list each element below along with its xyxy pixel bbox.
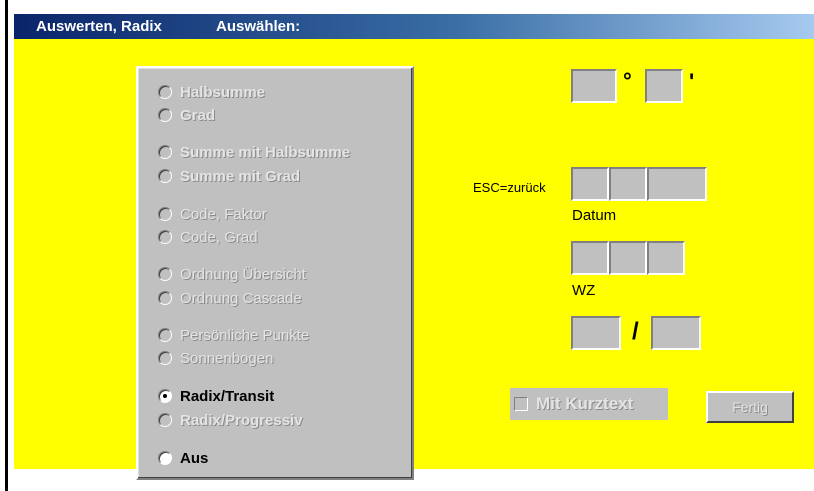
window-left-border (0, 0, 8, 491)
window-subtitle: Auswählen: (216, 18, 301, 35)
window-title: Auswerten, Radix (36, 18, 162, 35)
radio-icon (158, 85, 172, 99)
option-label: Grad (180, 106, 216, 124)
option-code-faktor[interactable]: Code, Faktor (158, 204, 267, 224)
option-persoenliche-punkte[interactable]: Persönliche Punkte (158, 325, 309, 345)
ratio-right-input[interactable] (651, 316, 701, 350)
option-label: Radix/Progressiv (180, 411, 303, 429)
option-group: Halbsumme Grad Summe mit Halbsumme Summe… (136, 66, 414, 480)
option-label: Halbsumme (180, 83, 266, 101)
time-second-input[interactable] (647, 241, 685, 275)
radio-icon (158, 328, 172, 342)
option-label: Aus (180, 449, 209, 467)
radio-selected-icon (158, 389, 172, 403)
title-bar: Auswerten, Radix Auswählen: (14, 14, 814, 39)
option-label: Summe mit Halbsumme (180, 143, 351, 161)
ratio-separator: / (632, 318, 639, 345)
date-month-input[interactable] (609, 167, 647, 201)
time-minute-input[interactable] (609, 241, 647, 275)
radio-icon (158, 451, 172, 465)
radio-icon (158, 169, 172, 183)
option-radix-progressiv[interactable]: Radix/Progressiv (158, 410, 303, 430)
date-label: Datum (572, 207, 617, 224)
radio-icon (158, 351, 172, 365)
option-label: Code, Grad (180, 228, 258, 246)
radio-icon (158, 207, 172, 221)
minute-symbol: ' (689, 69, 695, 94)
degree-symbol: ° (623, 68, 632, 93)
esc-hint: ESC=zurück (473, 180, 546, 195)
option-summe-mit-grad[interactable]: Summe mit Grad (158, 166, 300, 186)
option-label: Persönliche Punkte (180, 326, 310, 344)
mit-kurztext-checkbox[interactable]: Mit Kurztext (510, 388, 668, 420)
option-label: Code, Faktor (180, 205, 267, 223)
option-code-grad[interactable]: Code, Grad (158, 227, 258, 247)
option-halbsumme[interactable]: Halbsumme (158, 82, 265, 102)
option-summe-mit-halbsumme[interactable]: Summe mit Halbsumme (158, 142, 350, 162)
radio-icon (158, 413, 172, 427)
option-label: Summe mit Grad (180, 167, 301, 185)
radio-icon (158, 267, 172, 281)
minute-input[interactable] (645, 69, 683, 103)
checkbox-icon (514, 397, 528, 411)
ratio-left-input[interactable] (571, 316, 621, 350)
button-label: Fertig (732, 399, 768, 415)
option-ordnung-uebersicht[interactable]: Ordnung Übersicht (158, 264, 306, 284)
option-radix-transit[interactable]: Radix/Transit (158, 386, 274, 406)
time-hour-input[interactable] (571, 241, 609, 275)
option-label: Sonnenbogen (180, 349, 274, 367)
option-label: Ordnung Übersicht (180, 265, 306, 283)
time-zone-label: WZ (572, 282, 596, 299)
option-grad[interactable]: Grad (158, 105, 215, 125)
option-sonnenbogen[interactable]: Sonnenbogen (158, 348, 273, 368)
radio-icon (158, 291, 172, 305)
option-aus[interactable]: Aus (158, 448, 208, 468)
radio-icon (158, 230, 172, 244)
radio-icon (158, 108, 172, 122)
option-label: Ordnung Cascade (180, 289, 302, 307)
fertig-button[interactable]: Fertig (706, 391, 794, 423)
option-label: Radix/Transit (180, 387, 275, 405)
date-day-input[interactable] (571, 167, 609, 201)
radio-icon (158, 145, 172, 159)
main-panel: Halbsumme Grad Summe mit Halbsumme Summe… (14, 39, 814, 480)
date-year-input[interactable] (647, 167, 707, 201)
checkbox-label: Mit Kurztext (536, 394, 634, 413)
option-ordnung-cascade[interactable]: Ordnung Cascade (158, 288, 302, 308)
degree-input[interactable] (571, 69, 617, 103)
